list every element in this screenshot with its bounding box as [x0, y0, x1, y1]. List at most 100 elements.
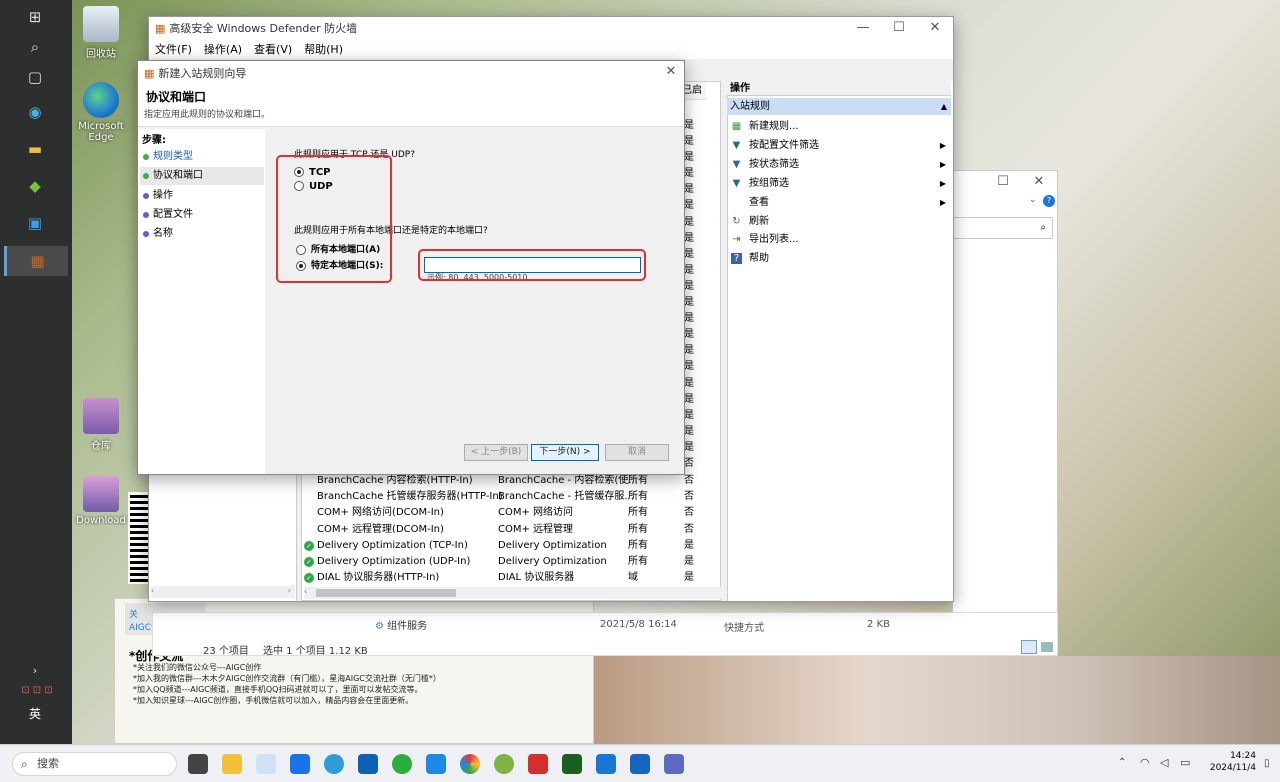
minimize-icon[interactable]: — — [845, 17, 881, 39]
app-icon[interactable] — [562, 754, 582, 774]
taskbar-search[interactable]: ⌕ 搜索 — [12, 752, 177, 776]
step-bullet-icon — [143, 173, 149, 180]
notes-line: *加入我的微信群---木木夕AIGC创作交流群（有门槛），星海AIGC交流社群（… — [133, 674, 441, 683]
firewall-taskbar-icon[interactable]: ▦ — [4, 246, 68, 276]
nvidia-icon[interactable]: ◆ — [24, 175, 46, 197]
rule-name: COM+ 远程管理(DCOM-In) — [304, 522, 444, 538]
volume-icon[interactable]: ◁ — [1160, 756, 1168, 769]
rule-group: BranchCache - 内容检索(使... — [498, 475, 638, 486]
action-item[interactable]: ↻ 刷新 — [728, 212, 950, 231]
file-explorer-icon[interactable] — [222, 754, 242, 774]
recycle-bin-label: 回收站 — [86, 49, 116, 60]
step-bullet-icon — [143, 154, 149, 160]
app-icon[interactable] — [630, 754, 650, 774]
action-item[interactable]: ▼ 按配置文件筛选 ▶ — [728, 136, 950, 155]
edge-icon[interactable]: ◉ — [24, 101, 46, 123]
control-panel-icon[interactable]: ▣ — [24, 212, 46, 234]
menu-file[interactable]: 文件(F) — [155, 41, 192, 57]
next-button[interactable]: 下一步(N) > — [531, 444, 599, 461]
windows-icon[interactable]: ⊞ — [24, 6, 46, 28]
tray-status-icons[interactable]: ⊡ ⊡ ⊡ — [12, 680, 62, 702]
notes-line: *加入QQ频道---AIGC频道，直接手机QQ扫码进就可以了，里面可以发帖交流等… — [133, 685, 423, 694]
menu-view[interactable]: 查看(V) — [254, 41, 292, 57]
menu-help[interactable]: 帮助(H) — [304, 41, 343, 57]
rule-name: ✓ Delivery Optimization (TCP-In) — [304, 538, 468, 554]
wizard-step: 配置文件 — [140, 206, 264, 224]
ime-indicator[interactable]: 英 — [24, 703, 46, 725]
tiles-view-icon[interactable] — [1041, 642, 1053, 652]
action-item[interactable]: ▼ 按组筛选 ▶ — [728, 174, 950, 193]
search-icon: ⌕ — [1040, 222, 1046, 233]
tree-hscrollbar[interactable]: ‹ › — [151, 586, 295, 598]
help-icon[interactable]: ? — [1043, 195, 1055, 207]
action-item[interactable]: 查看 ▶ — [728, 193, 950, 212]
download-label: Download — [76, 515, 126, 526]
warehouse-shortcut[interactable]: 仓库 — [71, 398, 131, 452]
collapse-icon[interactable]: ▲ — [941, 98, 947, 115]
firewall-app-icon: ▦ — [155, 21, 166, 35]
action-item[interactable]: ? 帮助 — [728, 249, 950, 268]
menu-action[interactable]: 操作(A) — [204, 41, 242, 57]
action-item[interactable]: ▼ 按状态筛选 ▶ — [728, 155, 950, 174]
explorer-search-box[interactable]: ⌕ — [953, 217, 1053, 239]
firewall-taskbar-icon[interactable] — [664, 754, 684, 774]
chevron-down-icon[interactable]: ⌄ — [1029, 195, 1037, 205]
action-item[interactable]: ▦ 新建规则... — [728, 117, 950, 136]
app-icon[interactable] — [426, 754, 446, 774]
rule-name: ✓ Delivery Optimization (UDP-In) — [304, 554, 470, 570]
rule-profile: 所有 — [628, 523, 648, 535]
enabled-cell: 是 — [684, 329, 694, 341]
close-icon[interactable]: ✕ — [917, 17, 953, 39]
action-label: 按状态筛选 — [749, 158, 799, 170]
notification-icon[interactable]: ▯ — [1264, 758, 1270, 769]
chrome-icon[interactable] — [460, 754, 480, 774]
app-icon[interactable] — [290, 754, 310, 774]
app-icon[interactable] — [528, 754, 548, 774]
step-label: 配置文件 — [153, 208, 193, 220]
edge-label: Microsoft Edge — [78, 121, 124, 143]
details-view-icon[interactable] — [1021, 640, 1037, 654]
task-view-icon[interactable]: ▢ — [24, 66, 46, 88]
maximize-icon[interactable]: ☐ — [881, 17, 917, 39]
cancel-button[interactable]: 取消 — [605, 444, 669, 461]
wizard-subheading: 指定应用此规则的协议和端口。 — [144, 110, 271, 120]
app-icon[interactable] — [324, 754, 344, 774]
battery-icon[interactable]: ▭ — [1180, 756, 1190, 769]
wizard-step: 操作 — [140, 187, 264, 205]
back-button[interactable]: < 上一步(B) — [464, 444, 528, 461]
close-icon[interactable]: ✕ — [656, 61, 686, 85]
task-view-icon[interactable] — [188, 754, 208, 774]
enabled-column: 是是是是是是是是是是是是是是是是是是是是是否 — [684, 118, 698, 472]
app-icon[interactable] — [358, 754, 378, 774]
search-icon[interactable]: ⌕ — [24, 36, 46, 58]
wechat-icon[interactable] — [392, 754, 412, 774]
action-label: 导出列表... — [749, 234, 799, 246]
recycle-bin[interactable]: 回收站 — [71, 6, 131, 60]
app-icon[interactable] — [596, 754, 616, 774]
steps-label: 步骤: — [142, 135, 166, 146]
rule-name: COM+ 网络访问(DCOM-In) — [304, 505, 444, 521]
clock[interactable]: 14:24 2024/11/4 — [1196, 750, 1256, 774]
enabled-cell: 是 — [684, 425, 694, 437]
app-icon[interactable] — [494, 754, 514, 774]
maximize-icon[interactable]: ☐ — [985, 171, 1021, 193]
actions-section[interactable]: 入站规则 ▲ — [727, 98, 951, 115]
tray-chevron-icon[interactable]: ⌃ — [1118, 757, 1126, 768]
action-label: 查看 — [749, 196, 769, 208]
enabled-check-icon: ✓ — [304, 557, 314, 567]
step-label: 规则类型 — [153, 151, 193, 162]
action-item[interactable]: ⇥ 导出列表... — [728, 230, 950, 249]
step-label: 名称 — [153, 228, 173, 240]
edge-shortcut[interactable]: Microsoft Edge — [71, 82, 131, 143]
search-icon: ⌕ — [21, 757, 28, 771]
app-icon[interactable] — [256, 754, 276, 774]
folder-icon[interactable]: ▬ — [24, 138, 46, 160]
chevron-right-icon[interactable]: › — [24, 660, 46, 682]
step-bullet-icon — [143, 231, 149, 238]
download-shortcut[interactable]: Download — [71, 476, 131, 526]
file-row[interactable]: ⚙ 组件服务 — [375, 617, 427, 632]
wizard-step[interactable]: 规则类型 — [140, 148, 264, 166]
rule-profile: 所有 — [628, 475, 648, 486]
close-icon[interactable]: ✕ — [1021, 171, 1057, 193]
wifi-icon[interactable]: ◠ — [1140, 756, 1150, 769]
